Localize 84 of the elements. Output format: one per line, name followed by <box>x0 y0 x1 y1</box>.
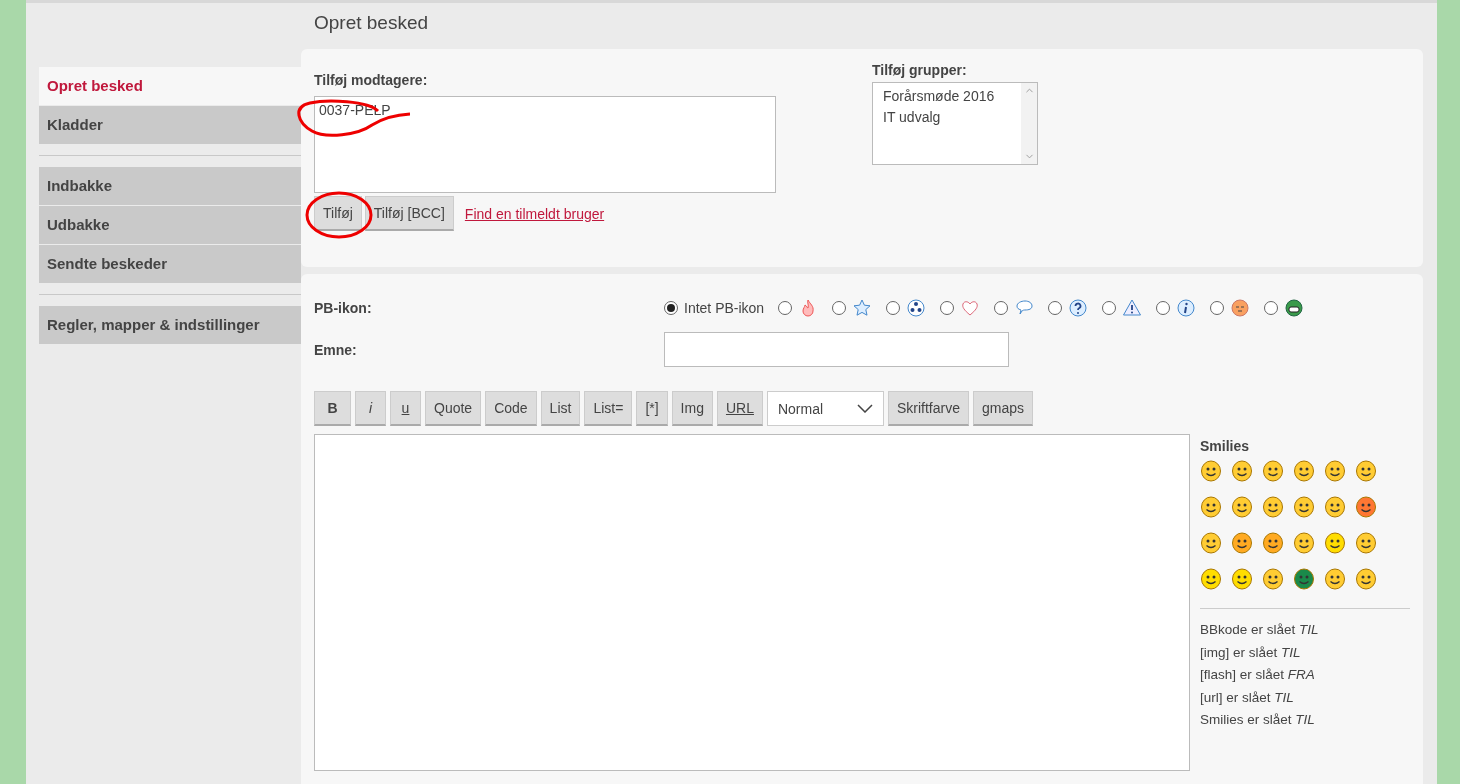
radio-button[interactable] <box>832 301 847 315</box>
add-button[interactable]: Tilføj <box>314 196 362 231</box>
format-button[interactable]: Code <box>485 391 537 426</box>
format-button[interactable]: u <box>390 391 421 426</box>
smiley-icon[interactable] <box>1355 496 1377 518</box>
radio-button[interactable] <box>1264 301 1279 315</box>
format-button[interactable]: List= <box>584 391 633 426</box>
sidebar-item[interactable]: Opret besked <box>39 67 301 105</box>
format-button[interactable]: Quote <box>425 391 482 426</box>
annotation-circle <box>305 190 375 240</box>
radio-button[interactable] <box>940 301 955 315</box>
groups-listbox[interactable]: Forårsmøde 2016 IT udvalg <box>872 82 1038 165</box>
smiley-icon[interactable] <box>1355 532 1377 554</box>
format-button[interactable]: gmaps <box>973 391 1033 426</box>
smiley-icon[interactable] <box>1262 460 1284 482</box>
format-button[interactable]: Skriftfarve <box>887 391 969 426</box>
smiley-icon[interactable] <box>1231 496 1253 518</box>
find-user-link[interactable]: Find en tilmeldt bruger <box>464 205 605 222</box>
field-label: Emne: <box>314 341 358 358</box>
radio-button[interactable] <box>1210 301 1225 315</box>
smiley-icon[interactable] <box>1200 568 1222 590</box>
smiley-icon[interactable] <box>1231 568 1253 590</box>
status-text: [img] er slået TIL <box>1200 643 1302 662</box>
radio-button[interactable] <box>886 301 901 315</box>
add-button[interactable]: Tilføj [BCC] <box>364 196 454 231</box>
status-text: [url] er slået TIL <box>1200 688 1295 707</box>
sidebar-item[interactable]: Kladder <box>39 106 301 144</box>
format-button[interactable]: i <box>355 391 386 426</box>
chevron-down-icon <box>856 404 873 413</box>
format-button[interactable]: B <box>314 391 351 426</box>
smiley-icon[interactable] <box>1200 496 1222 518</box>
smiley-icon[interactable] <box>1200 460 1222 482</box>
smiley-icon <box>1230 298 1251 318</box>
grin-icon <box>1284 298 1305 318</box>
size-select[interactable]: Normal <box>766 391 884 426</box>
smiley-icon[interactable] <box>1231 460 1253 482</box>
format-button[interactable]: URL <box>716 391 763 426</box>
sidebar-item[interactable]: Indbakke <box>39 167 301 205</box>
sidebar-item[interactable]: Udbakke <box>39 206 301 244</box>
smiley-icon[interactable] <box>1324 496 1346 518</box>
format-button[interactable]: Img <box>671 391 713 426</box>
smiley-icon[interactable] <box>1324 568 1346 590</box>
smiley-icon[interactable] <box>1231 532 1253 554</box>
question-icon <box>1068 298 1089 318</box>
group-option[interactable]: IT udvalg <box>883 109 1011 125</box>
smiley-icon[interactable] <box>1355 568 1377 590</box>
info-icon <box>1176 298 1197 318</box>
status-text: [flash] er slået FRA <box>1200 666 1316 684</box>
field-label: Tilføj modtagere: <box>314 72 429 88</box>
status-text: Smilies er slået TIL <box>1200 711 1316 729</box>
radio-button[interactable] <box>1048 301 1063 315</box>
radio-button[interactable] <box>1156 301 1171 315</box>
recipients-field[interactable]: 0037-PELP <box>314 96 776 193</box>
sidebar-item[interactable]: Regler, mapper & indstillinger <box>39 306 301 344</box>
smiley-icon[interactable] <box>1262 568 1284 590</box>
page-title: Opret besked <box>313 11 430 35</box>
sidebar-item[interactable]: Sendte beskeder <box>39 245 301 283</box>
radio-button[interactable] <box>1102 301 1117 315</box>
smiley-icon[interactable] <box>1293 460 1315 482</box>
radio-button[interactable] <box>994 301 1009 315</box>
smiley-icon[interactable] <box>1262 496 1284 518</box>
smiley-icon[interactable] <box>1262 532 1284 554</box>
heart-icon <box>960 298 981 318</box>
format-button[interactable]: [*] <box>636 391 668 426</box>
radio-button[interactable] <box>778 301 793 315</box>
subject-field[interactable] <box>664 332 1009 367</box>
group-option[interactable]: Forårsmøde 2016 <box>883 88 1011 104</box>
smiley-icon[interactable] <box>1293 568 1315 590</box>
status-text: BBkode er slået TIL <box>1200 621 1320 639</box>
smiley-icon[interactable] <box>1355 460 1377 482</box>
warning-icon <box>1122 298 1143 318</box>
radiation-icon <box>906 298 927 318</box>
star-icon <box>852 298 873 318</box>
option-label: Intet PB-ikon <box>684 300 765 316</box>
smiley-icon[interactable] <box>1324 532 1346 554</box>
radio-button[interactable] <box>664 301 678 315</box>
smiley-icon[interactable] <box>1200 532 1222 554</box>
smiley-icon[interactable] <box>1293 496 1315 518</box>
format-button[interactable]: List <box>540 391 581 426</box>
smiley-icon[interactable] <box>1324 460 1346 482</box>
field-label: PB-ikon: <box>314 300 373 316</box>
field-label: Tilføj grupper: <box>872 62 968 78</box>
smilies-title: Smilies <box>1200 438 1251 454</box>
smiley-icon[interactable] <box>1293 532 1315 554</box>
